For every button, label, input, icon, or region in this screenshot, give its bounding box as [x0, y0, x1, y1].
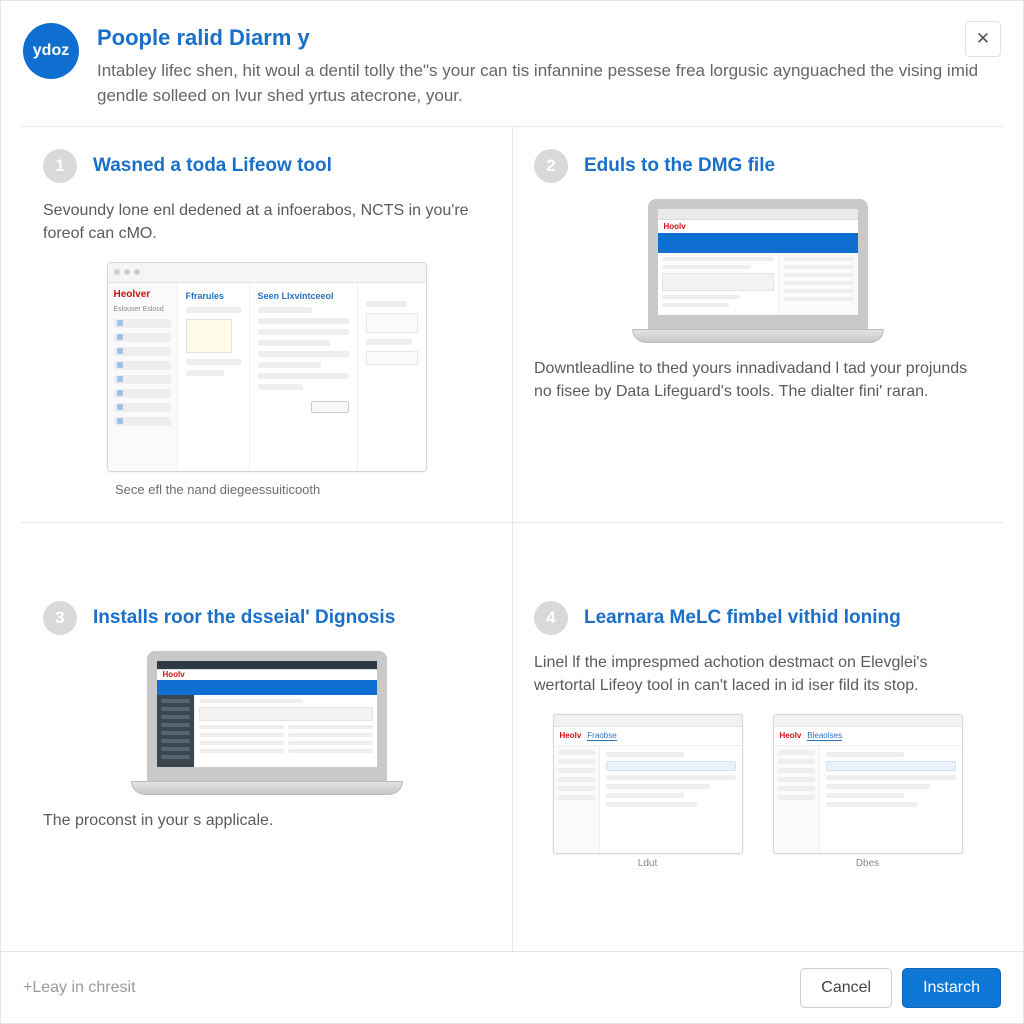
dialog-title: Poople ralid Diarm y — [97, 25, 997, 51]
brand-logo-icon: ydoz — [23, 23, 79, 79]
step-number-badge: 1 — [43, 149, 77, 183]
header-text: Poople ralid Diarm y Intabley lifec shen… — [97, 23, 997, 108]
step-title: Eduls to the DMG file — [584, 155, 775, 177]
step-title: Installs roor the dsseial' Dignosis — [93, 607, 395, 629]
step-number-badge: 3 — [43, 601, 77, 635]
step3-illustration-laptop: Hoolv — [147, 651, 387, 795]
dialog-footer: +Leay in chresit Cancel Instarch — [1, 951, 1023, 1023]
mini-caption: Dbes — [773, 858, 963, 869]
footer-hint: +Leay in chresit — [23, 979, 136, 997]
install-dialog: ydoz Poople ralid Diarm y Intabley lifec… — [0, 0, 1024, 1024]
step-2: 2 Eduls to the DMG file Hoolv — [512, 127, 1003, 579]
vertical-divider — [512, 127, 513, 951]
step-title: Learnara MeLC fimbel vithid loning — [584, 607, 901, 629]
illus-col-head: Ffrarules — [186, 291, 241, 301]
cancel-button[interactable]: Cancel — [800, 968, 892, 1008]
dialog-header: ydoz Poople ralid Diarm y Intabley lifec… — [1, 1, 1023, 126]
close-button[interactable]: ✕ — [965, 21, 1001, 57]
step-1: 1 Wasned a toda Lifeow tool Sevoundy lon… — [21, 127, 512, 579]
step-description: Downtleadline to thed yours innadivadand… — [534, 357, 981, 403]
step2-illustration-laptop: Hoolv — [648, 199, 868, 343]
install-button[interactable]: Instarch — [902, 968, 1001, 1008]
steps-grid: 1 Wasned a toda Lifeow tool Sevoundy lon… — [1, 127, 1023, 951]
illus-brand: Heolver — [114, 289, 171, 300]
step1-illustration-window: Heolver Eslouser Eslosd Ffrarules — [107, 262, 427, 472]
step-caption: Sece efl the nand diegeessuiticooth — [115, 482, 490, 497]
illus-col-mid-head: Seen Llxvintceeol — [258, 291, 349, 301]
close-icon: ✕ — [976, 29, 990, 49]
step-number-badge: 2 — [534, 149, 568, 183]
step-number-badge: 4 — [534, 601, 568, 635]
step-3: 3 Installs roor the dsseial' Dignosis Ho… — [21, 579, 512, 951]
dialog-description: Intabley lifec shen, hit woul a dentil t… — [97, 59, 997, 108]
step-description: The proconst in your s applicale. — [43, 809, 490, 832]
step4-illustration-windows: HeolvFraobse — [534, 714, 981, 869]
step-description: Linel lf the imprespmed achotion destmac… — [534, 651, 981, 697]
step-4: 4 Learnara MeLC fimbel vithid loning Lin… — [512, 579, 1003, 951]
horizontal-divider — [21, 522, 1003, 523]
step-description: Sevoundy lone enl dedened at a infoerabo… — [43, 199, 490, 245]
step-title: Wasned a toda Lifeow tool — [93, 155, 332, 177]
mini-caption: Ldut — [553, 858, 743, 869]
